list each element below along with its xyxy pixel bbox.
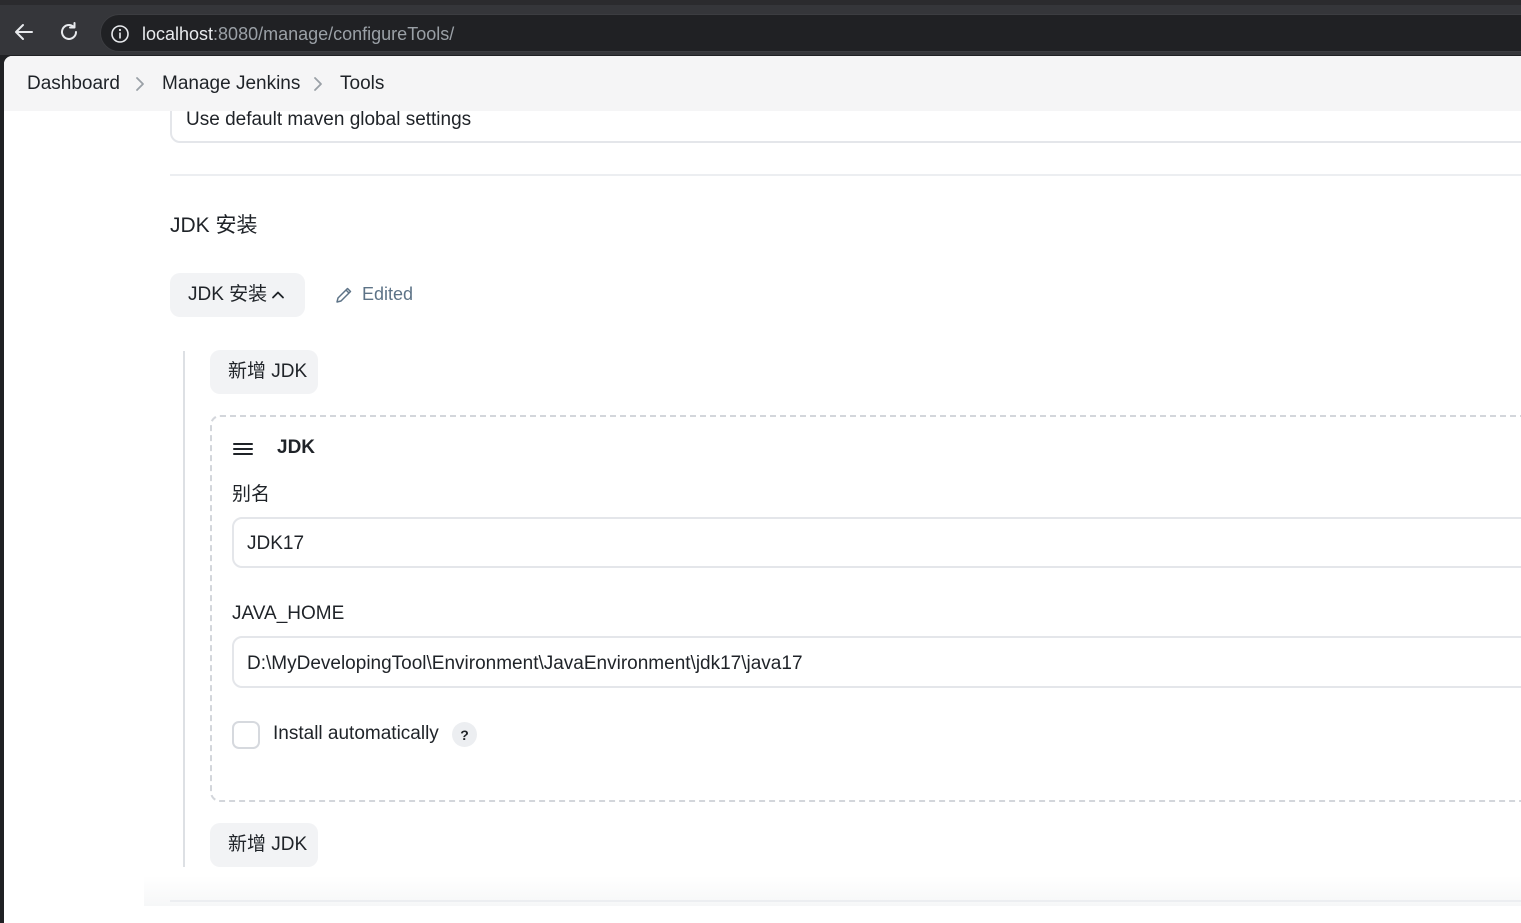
breadcrumb-manage-jenkins[interactable]: Manage Jenkins bbox=[162, 73, 300, 95]
browser-toolbar: localhost:8080/manage/configureTools/ bbox=[0, 5, 1521, 55]
add-jdk-button-top[interactable]: 新增 JDK bbox=[210, 350, 318, 394]
alias-label: 别名 bbox=[232, 484, 271, 505]
jdk-section-title: JDK 安装 bbox=[170, 214, 258, 237]
edited-indicator: Edited bbox=[334, 284, 413, 305]
breadcrumb-dashboard[interactable]: Dashboard bbox=[27, 73, 120, 95]
reload-button[interactable] bbox=[55, 18, 83, 46]
section-divider bbox=[170, 900, 1521, 902]
reload-icon bbox=[61, 22, 77, 40]
add-jdk-label: 新增 JDK bbox=[228, 834, 308, 855]
address-bar[interactable]: localhost:8080/manage/configureTools/ bbox=[100, 14, 1521, 52]
jdk-toggle-label: JDK 安装 bbox=[188, 284, 268, 305]
java-home-input[interactable]: D:\MyDevelopingTool\Environment\JavaEnvi… bbox=[232, 636, 1521, 688]
section-divider bbox=[170, 174, 1521, 176]
install-automatically-checkbox[interactable] bbox=[232, 721, 260, 749]
url-text[interactable]: localhost:8080/manage/configureTools/ bbox=[142, 24, 454, 44]
page-content: Dashboard Manage Jenkins Tools Use defau… bbox=[4, 56, 1521, 923]
chevron-right-icon bbox=[314, 77, 322, 91]
drag-handle-icon[interactable] bbox=[232, 441, 254, 457]
back-button[interactable] bbox=[10, 18, 38, 46]
url-path: :8080/manage/configureTools/ bbox=[213, 24, 455, 44]
arrow-left-icon bbox=[15, 24, 33, 40]
jdk-installations-toggle[interactable]: JDK 安装 bbox=[170, 273, 305, 317]
edited-label: Edited bbox=[362, 284, 414, 304]
url-host: localhost bbox=[142, 24, 214, 44]
pencil-icon bbox=[336, 287, 352, 303]
add-jdk-button-bottom[interactable]: 新增 JDK bbox=[210, 823, 318, 867]
add-jdk-label: 新增 JDK bbox=[228, 361, 308, 382]
maven-global-settings-value: Use default maven global settings bbox=[186, 109, 472, 130]
jdk-item-heading: JDK bbox=[277, 437, 316, 458]
info-circle-icon[interactable] bbox=[110, 24, 130, 44]
java-home-value: D:\MyDevelopingTool\Environment\JavaEnvi… bbox=[247, 653, 803, 674]
java-home-label: JAVA_HOME bbox=[232, 603, 345, 624]
breadcrumb-tools[interactable]: Tools bbox=[340, 73, 384, 95]
breadcrumb: Dashboard Manage Jenkins Tools bbox=[4, 56, 1521, 111]
alias-value: JDK17 bbox=[247, 533, 305, 554]
alias-input[interactable]: JDK17 bbox=[232, 517, 1521, 568]
repeatable-group-bar bbox=[183, 351, 185, 867]
install-automatically-label[interactable]: Install automatically bbox=[273, 723, 439, 745]
chevron-up-icon bbox=[272, 291, 284, 299]
help-icon[interactable]: ? bbox=[452, 722, 477, 747]
chevron-right-icon bbox=[136, 77, 144, 91]
